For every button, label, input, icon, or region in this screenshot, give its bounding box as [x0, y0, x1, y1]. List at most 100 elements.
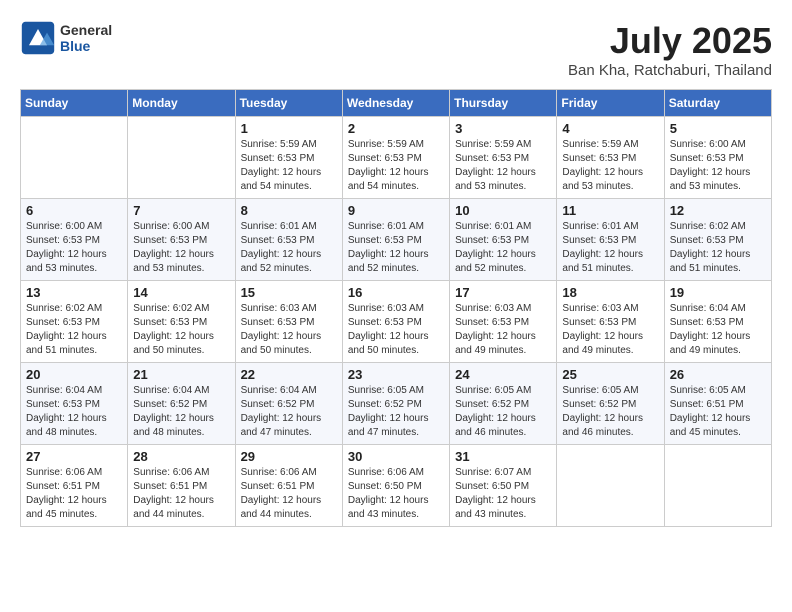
day-info: Sunrise: 6:06 AM Sunset: 6:50 PM Dayligh…: [348, 466, 444, 522]
day-info: Sunrise: 6:02 AM Sunset: 6:53 PM Dayligh…: [26, 302, 122, 358]
day-cell: 15 Sunrise: 6:03 AM Sunset: 6:53 PM Dayli…: [235, 281, 342, 363]
day-cell: 22Sunrise: 6:04 AM Sunset: 6:52 PM Dayli…: [235, 363, 342, 445]
day-cell: 23Sunrise: 6:05 AM Sunset: 6:52 PM Dayli…: [342, 363, 449, 445]
day-number: 31: [455, 449, 551, 464]
day-cell: [557, 445, 664, 527]
day-number: 7: [133, 203, 229, 218]
day-cell: 11Sunrise: 6:01 AM Sunset: 6:53 PM Dayli…: [557, 199, 664, 281]
day-number: 17: [455, 285, 551, 300]
day-info: Sunrise: 6:03 AM Sunset: 6:53 PM Dayligh…: [348, 302, 444, 358]
page-header: General Blue July 2025 Ban Kha, Ratchabu…: [20, 20, 772, 79]
day-info: Sunrise: 6:02 AM Sunset: 6:53 PM Dayligh…: [133, 302, 229, 358]
day-info: Sunrise: 6:02 AM Sunset: 6:53 PM Dayligh…: [670, 220, 766, 276]
day-info: Sunrise: 6:06 AM Sunset: 6:51 PM Dayligh…: [241, 466, 337, 522]
weekday-header-monday: Monday: [128, 90, 235, 117]
day-cell: 29 Sunrise: 6:06 AM Sunset: 6:51 PM Dayli…: [235, 445, 342, 527]
day-info: Sunrise: 5:59 AM Sunset: 6:53 PM Dayligh…: [455, 138, 551, 194]
day-info: Sunrise: 6:05 AM Sunset: 6:52 PM Dayligh…: [348, 384, 444, 440]
day-cell: 19 Sunrise: 6:04 AM Sunset: 6:53 PM Dayli…: [664, 281, 771, 363]
day-cell: 8 Sunrise: 6:01 AM Sunset: 6:53 PM Daylig…: [235, 199, 342, 281]
weekday-header-sunday: Sunday: [21, 90, 128, 117]
day-number: 19: [670, 285, 766, 300]
day-number: 22: [241, 367, 337, 382]
weekday-header-tuesday: Tuesday: [235, 90, 342, 117]
day-info: Sunrise: 6:04 AM Sunset: 6:53 PM Dayligh…: [670, 302, 766, 358]
day-info: Sunrise: 6:03 AM Sunset: 6:53 PM Dayligh…: [562, 302, 658, 358]
day-number: 30: [348, 449, 444, 464]
day-info: Sunrise: 6:03 AM Sunset: 6:53 PM Dayligh…: [241, 302, 337, 358]
day-number: 15: [241, 285, 337, 300]
weekday-header-thursday: Thursday: [450, 90, 557, 117]
week-row-1: 1 Sunrise: 5:59 AM Sunset: 6:53 PM Daylig…: [21, 117, 772, 199]
day-cell: 4 Sunrise: 5:59 AM Sunset: 6:53 PM Daylig…: [557, 117, 664, 199]
day-cell: 25Sunrise: 6:05 AM Sunset: 6:52 PM Dayli…: [557, 363, 664, 445]
day-cell: 18 Sunrise: 6:03 AM Sunset: 6:53 PM Dayli…: [557, 281, 664, 363]
logo-general: General: [60, 22, 112, 38]
day-cell: 24Sunrise: 6:05 AM Sunset: 6:52 PM Dayli…: [450, 363, 557, 445]
day-cell: 31Sunrise: 6:07 AM Sunset: 6:50 PM Dayli…: [450, 445, 557, 527]
day-cell: 26 Sunrise: 6:05 AM Sunset: 6:51 PM Dayli…: [664, 363, 771, 445]
day-cell: 21 Sunrise: 6:04 AM Sunset: 6:52 PM Dayli…: [128, 363, 235, 445]
day-cell: 12 Sunrise: 6:02 AM Sunset: 6:53 PM Dayli…: [664, 199, 771, 281]
day-number: 24: [455, 367, 551, 382]
day-cell: 20Sunrise: 6:04 AM Sunset: 6:53 PM Dayli…: [21, 363, 128, 445]
day-info: Sunrise: 5:59 AM Sunset: 6:53 PM Dayligh…: [241, 138, 337, 194]
day-info: Sunrise: 5:59 AM Sunset: 6:53 PM Dayligh…: [562, 138, 658, 194]
day-number: 8: [241, 203, 337, 218]
day-cell: 2Sunrise: 5:59 AM Sunset: 6:53 PM Daylig…: [342, 117, 449, 199]
day-cell: 16 Sunrise: 6:03 AM Sunset: 6:53 PM Dayli…: [342, 281, 449, 363]
day-cell: 1 Sunrise: 5:59 AM Sunset: 6:53 PM Daylig…: [235, 117, 342, 199]
day-number: 28: [133, 449, 229, 464]
day-cell: 7 Sunrise: 6:00 AM Sunset: 6:53 PM Daylig…: [128, 199, 235, 281]
day-number: 27: [26, 449, 122, 464]
day-number: 21: [133, 367, 229, 382]
day-info: Sunrise: 6:00 AM Sunset: 6:53 PM Dayligh…: [670, 138, 766, 194]
day-cell: 5Sunrise: 6:00 AM Sunset: 6:53 PM Daylig…: [664, 117, 771, 199]
day-number: 29: [241, 449, 337, 464]
week-row-2: 6Sunrise: 6:00 AM Sunset: 6:53 PM Daylig…: [21, 199, 772, 281]
day-info: Sunrise: 6:04 AM Sunset: 6:52 PM Dayligh…: [133, 384, 229, 440]
logo-blue: Blue: [60, 38, 112, 54]
day-number: 10: [455, 203, 551, 218]
logo: General Blue: [20, 20, 112, 56]
day-number: 1: [241, 121, 337, 136]
day-cell: 14 Sunrise: 6:02 AM Sunset: 6:53 PM Dayli…: [128, 281, 235, 363]
month-title: July 2025: [568, 20, 772, 62]
day-cell: 10Sunrise: 6:01 AM Sunset: 6:53 PM Dayli…: [450, 199, 557, 281]
day-number: 4: [562, 121, 658, 136]
day-info: Sunrise: 6:00 AM Sunset: 6:53 PM Dayligh…: [26, 220, 122, 276]
day-number: 18: [562, 285, 658, 300]
day-cell: 27 Sunrise: 6:06 AM Sunset: 6:51 PM Dayli…: [21, 445, 128, 527]
day-number: 12: [670, 203, 766, 218]
logo-icon: [20, 20, 56, 56]
day-info: Sunrise: 6:06 AM Sunset: 6:51 PM Dayligh…: [133, 466, 229, 522]
day-number: 13: [26, 285, 122, 300]
day-cell: 28 Sunrise: 6:06 AM Sunset: 6:51 PM Dayli…: [128, 445, 235, 527]
weekday-header-friday: Friday: [557, 90, 664, 117]
day-info: Sunrise: 6:06 AM Sunset: 6:51 PM Dayligh…: [26, 466, 122, 522]
day-info: Sunrise: 6:05 AM Sunset: 6:51 PM Dayligh…: [670, 384, 766, 440]
day-info: Sunrise: 6:04 AM Sunset: 6:53 PM Dayligh…: [26, 384, 122, 440]
day-cell: 9 Sunrise: 6:01 AM Sunset: 6:53 PM Daylig…: [342, 199, 449, 281]
day-cell: 17Sunrise: 6:03 AM Sunset: 6:53 PM Dayli…: [450, 281, 557, 363]
day-number: 2: [348, 121, 444, 136]
day-number: 25: [562, 367, 658, 382]
title-block: July 2025 Ban Kha, Ratchaburi, Thailand: [568, 20, 772, 79]
day-cell: 3 Sunrise: 5:59 AM Sunset: 6:53 PM Daylig…: [450, 117, 557, 199]
weekday-header-wednesday: Wednesday: [342, 90, 449, 117]
day-number: 3: [455, 121, 551, 136]
day-cell: [664, 445, 771, 527]
day-number: 16: [348, 285, 444, 300]
day-cell: [128, 117, 235, 199]
week-row-3: 13 Sunrise: 6:02 AM Sunset: 6:53 PM Dayli…: [21, 281, 772, 363]
weekday-header-row: SundayMondayTuesdayWednesdayThursdayFrid…: [21, 90, 772, 117]
day-info: Sunrise: 6:00 AM Sunset: 6:53 PM Dayligh…: [133, 220, 229, 276]
day-number: 14: [133, 285, 229, 300]
day-number: 11: [562, 203, 658, 218]
day-info: Sunrise: 6:01 AM Sunset: 6:53 PM Dayligh…: [241, 220, 337, 276]
day-number: 9: [348, 203, 444, 218]
week-row-4: 20Sunrise: 6:04 AM Sunset: 6:53 PM Dayli…: [21, 363, 772, 445]
day-number: 26: [670, 367, 766, 382]
day-cell: 30 Sunrise: 6:06 AM Sunset: 6:50 PM Dayli…: [342, 445, 449, 527]
day-info: Sunrise: 6:01 AM Sunset: 6:53 PM Dayligh…: [348, 220, 444, 276]
